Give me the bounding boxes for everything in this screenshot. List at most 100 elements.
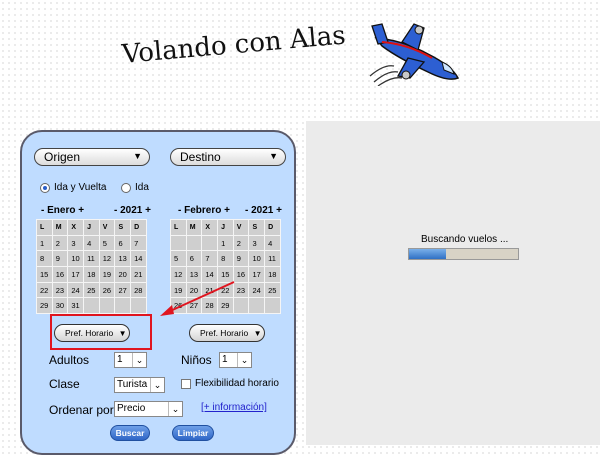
calendar-day[interactable]: 17 [248,266,266,283]
one-way-label: Ida [135,182,149,193]
one-way-radio[interactable] [121,182,131,193]
pref-horario-button-outbound[interactable]: Pref. Horario ▼ [54,324,130,342]
calendar-day[interactable]: 4 [83,234,100,252]
month-label: Enero [47,205,76,216]
chevron-down-icon: ⌄ [132,353,146,367]
calendar-day[interactable]: 11 [83,250,100,268]
calendar-day[interactable]: 3 [67,234,85,252]
calendar-day[interactable]: 7 [130,234,147,252]
calendar-day[interactable]: 8 [36,250,53,268]
calendar-day[interactable]: 24 [248,281,266,299]
calendar-empty-cell [114,297,132,315]
prev-month-button[interactable]: - [178,205,181,216]
calendar-day[interactable]: 1 [217,234,234,252]
calendar-day[interactable]: 12 [98,250,116,268]
children-label: Niños [181,353,212,367]
calendar-day[interactable]: 6 [114,234,132,252]
calendar-day[interactable]: 23 [51,281,69,299]
year-nav-february: - 2021 + [245,205,282,216]
calendar-day[interactable]: 18 [264,266,281,283]
calendar-day[interactable]: 5 [98,234,116,252]
weekday-header: L [170,219,187,236]
calendar-day[interactable]: 11 [264,250,281,268]
order-select[interactable]: Precio ⌄ [114,401,183,417]
weekday-header: D [130,219,147,236]
weekday-header: L [36,219,53,236]
calendar-day[interactable]: 2 [232,234,250,252]
round-trip-option[interactable]: Ida y Vuelta [40,182,106,193]
children-select[interactable]: 1 ⌄ [219,352,252,368]
round-trip-label: Ida y Vuelta [54,182,107,193]
calendar-day[interactable]: 29 [36,297,53,315]
calendar-day[interactable]: 4 [264,234,281,252]
order-value: Precio [117,403,146,414]
round-trip-radio[interactable] [40,182,50,193]
calendar-day[interactable]: 30 [51,297,69,315]
calendar-day[interactable]: 9 [232,250,250,268]
adults-value: 1 [117,354,123,365]
calendar-day[interactable]: 20 [114,266,132,283]
chevron-down-icon: ⌄ [150,378,164,392]
destination-select[interactable]: Destino ▼ [170,148,286,166]
progress-fill [409,249,447,259]
class-select[interactable]: Turista ⌄ [114,377,165,393]
results-pane: Buscando vuelos ... [306,121,600,445]
calendar-day[interactable]: 16 [51,266,69,283]
weekday-header: M [51,219,69,236]
search-button[interactable]: Buscar [110,425,150,441]
calendar-day[interactable]: 17 [67,266,85,283]
pref-horario-label: Pref. Horario [65,328,114,338]
adults-select[interactable]: 1 ⌄ [114,352,147,368]
calendar-day[interactable]: 26 [98,281,116,299]
calendar-day[interactable]: 10 [67,250,85,268]
calendar-day[interactable]: 25 [264,281,281,299]
calendar-day[interactable]: 1 [36,234,53,252]
calendar-day[interactable]: 2 [51,234,69,252]
annotation-arrow-icon [160,281,235,316]
calendar-day[interactable]: 6 [185,250,203,268]
clear-button[interactable]: Limpiar [172,425,214,441]
calendar-day[interactable]: 19 [98,266,116,283]
weekday-header: J [217,219,234,236]
calendar-day[interactable]: 15 [36,266,53,283]
year-label: 2021 [251,205,274,216]
year-nav-january: - 2021 + [114,205,151,216]
calendar-day[interactable]: 28 [130,281,147,299]
calendar-day[interactable]: 8 [217,250,234,268]
next-year-button[interactable]: + [276,205,282,216]
calendar-day[interactable]: 25 [83,281,100,299]
prev-year-button[interactable]: - [245,205,248,216]
prev-year-button[interactable]: - [114,205,117,216]
calendar-day[interactable]: 24 [67,281,85,299]
prev-month-button[interactable]: - [41,205,44,216]
weekday-header: S [114,219,132,236]
calendar-day[interactable]: 5 [170,250,187,268]
more-info-link[interactable]: [+ información] [201,402,267,413]
flex-checkbox[interactable] [181,379,191,389]
calendar-day[interactable]: 21 [130,266,147,283]
weekday-header: V [98,219,116,236]
calendar-day[interactable]: 3 [248,234,266,252]
origin-select[interactable]: Origen ▼ [34,148,150,166]
calendar-day[interactable]: 9 [51,250,69,268]
next-year-button[interactable]: + [145,205,151,216]
chevron-down-icon: ⌄ [237,353,251,367]
destination-select-label: Destino [180,150,221,164]
calendar-day[interactable]: 10 [248,250,266,268]
one-way-option[interactable]: Ida [121,182,149,193]
calendar-day[interactable]: 27 [114,281,132,299]
calendar-day[interactable]: 18 [83,266,100,283]
pref-horario-button-return[interactable]: Pref. Horario ▼ [189,324,265,342]
calendar-day[interactable]: 13 [114,250,132,268]
calendar-empty-cell [130,297,147,315]
calendar-day[interactable]: 22 [36,281,53,299]
calendar-day[interactable]: 7 [201,250,219,268]
site-title: Volando con Alas [120,20,347,70]
calendar-day[interactable]: 14 [130,250,147,268]
children-value: 1 [222,354,228,365]
next-month-button[interactable]: + [224,205,230,216]
calendar-day[interactable]: 31 [67,297,85,315]
calendar-empty-cell [83,297,100,315]
calendar-empty-cell [98,297,116,315]
next-month-button[interactable]: + [78,205,84,216]
